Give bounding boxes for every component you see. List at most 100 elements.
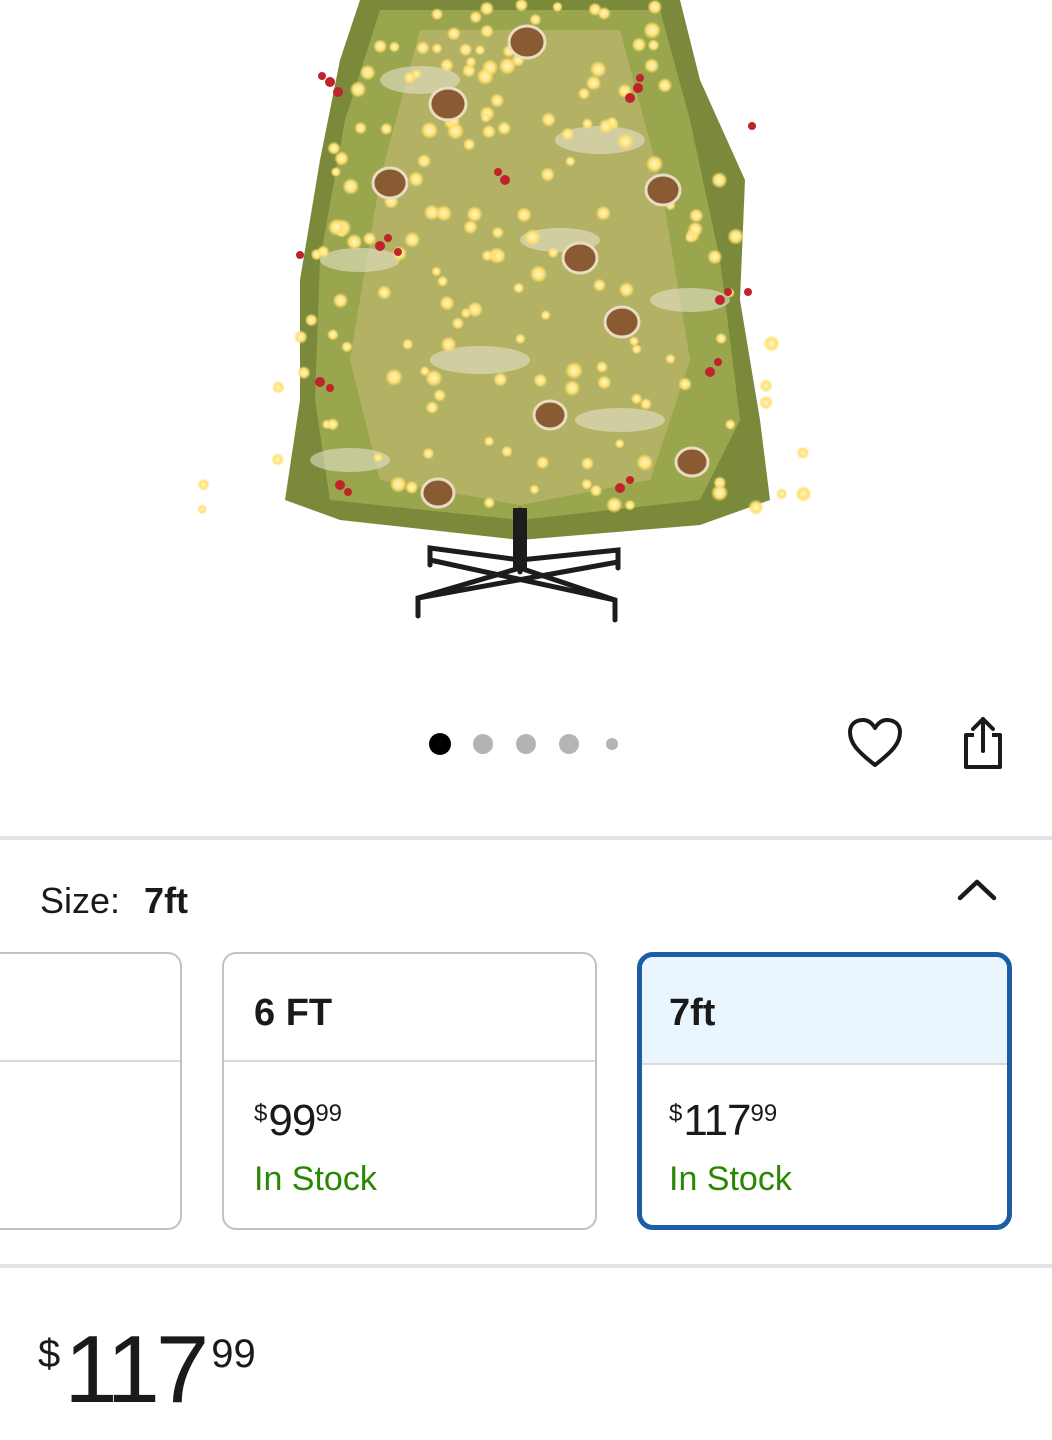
tree-light: [617, 133, 634, 150]
tree-light: [480, 112, 491, 123]
tree-light: [711, 171, 728, 189]
tree-light: [476, 67, 494, 86]
tree-light: [727, 228, 745, 245]
tree-light: [540, 310, 551, 321]
tree-light: [747, 499, 764, 516]
tree-light: [425, 400, 439, 415]
tree-light: [435, 205, 453, 222]
carousel-dot-3[interactable]: [516, 734, 536, 754]
tree-light: [665, 353, 676, 365]
tree-light: [433, 388, 447, 402]
tree-light: [439, 295, 455, 311]
tree-light: [197, 504, 208, 515]
size-option-name: 6 FT: [254, 992, 333, 1034]
tree-light: [497, 121, 512, 136]
tree-light: [493, 372, 508, 387]
selected-size: 7ft: [144, 880, 189, 921]
tree-light: [577, 87, 591, 100]
tree-light: [628, 336, 640, 347]
size-option-7ft[interactable]: 7ft $11799 In Stock: [637, 952, 1012, 1230]
tree-light: [540, 167, 555, 182]
tree-light: [606, 496, 623, 514]
tree-light: [589, 60, 607, 78]
tree-light: [597, 6, 611, 21]
tree-light: [327, 141, 341, 156]
carousel-dot-5[interactable]: [606, 738, 618, 750]
tree-light: [595, 205, 611, 221]
tree-light: [552, 1, 563, 13]
tree-light: [458, 42, 473, 57]
tree-light: [389, 475, 407, 493]
tree-light: [359, 64, 376, 81]
size-label: Size:: [40, 880, 121, 921]
product-price: $117 99: [38, 1316, 256, 1423]
tree-light: [643, 21, 662, 40]
tree-light: [678, 377, 692, 392]
tree-light: [431, 266, 442, 277]
tree-light: [402, 338, 414, 350]
stock-status: In Stock: [669, 1160, 792, 1198]
tree-light: [483, 436, 495, 447]
size-option-header: 7ft: [642, 957, 1007, 1065]
share-button[interactable]: [952, 712, 1012, 774]
tree-light: [385, 368, 403, 387]
tree-light: [597, 375, 612, 390]
tree-light: [758, 395, 774, 410]
product-image[interactable]: [0, 0, 1052, 690]
tree-light: [304, 313, 318, 327]
tree-light: [715, 332, 728, 345]
tree-light: [469, 10, 483, 24]
tree-light: [618, 281, 635, 298]
section-divider: [0, 836, 1052, 840]
tree-light: [342, 178, 360, 195]
size-selector-header: Size: 7ft: [40, 880, 188, 922]
carousel-dot-1[interactable]: [429, 733, 451, 755]
size-option-header: [0, 954, 180, 1062]
tree-light: [614, 438, 625, 449]
tree-light: [293, 330, 308, 344]
tree-light: [373, 39, 388, 54]
christmas-tree-image: [197, 0, 812, 623]
tree-light: [431, 43, 443, 54]
tree-light: [598, 118, 614, 134]
tree-light: [515, 333, 526, 345]
tree-light: [647, 39, 660, 52]
chevron-up-icon: [957, 879, 997, 901]
tree-light: [490, 93, 505, 108]
tree-light: [644, 58, 660, 74]
carousel-indicator[interactable]: [420, 728, 630, 760]
size-collapse-toggle[interactable]: [952, 870, 1002, 910]
tree-light: [565, 156, 576, 167]
tree-light: [710, 484, 729, 502]
tree-light: [529, 484, 540, 495]
tree-light: [271, 380, 285, 394]
tree-light: [724, 418, 736, 431]
tree-light: [479, 1, 495, 16]
size-option-6ft[interactable]: 6 FT $9999 In Stock: [222, 952, 597, 1230]
tree-light: [437, 275, 449, 287]
tree-light: [362, 231, 377, 246]
carousel-dot-2[interactable]: [473, 734, 493, 754]
tree-light: [581, 118, 594, 130]
tree-light: [536, 455, 550, 470]
tree-light: [461, 63, 476, 78]
tree-light: [491, 226, 504, 239]
size-option-card-partial[interactable]: [0, 952, 182, 1230]
tree-light: [481, 124, 496, 139]
tree-light: [408, 171, 424, 188]
tree-light: [419, 366, 430, 377]
tree-light: [796, 446, 810, 460]
tree-light: [462, 138, 476, 151]
tree-light: [420, 121, 439, 140]
tree-light: [491, 248, 506, 264]
favorite-button[interactable]: [842, 712, 908, 774]
tree-light: [372, 452, 384, 463]
tree-light: [480, 24, 494, 38]
tree-light: [326, 417, 340, 431]
section-divider: [0, 1264, 1052, 1268]
tree-light: [332, 292, 349, 309]
carousel-dot-4[interactable]: [559, 734, 579, 754]
tree-light: [417, 153, 432, 169]
tree-light: [466, 206, 483, 223]
tree-light: [645, 155, 664, 173]
